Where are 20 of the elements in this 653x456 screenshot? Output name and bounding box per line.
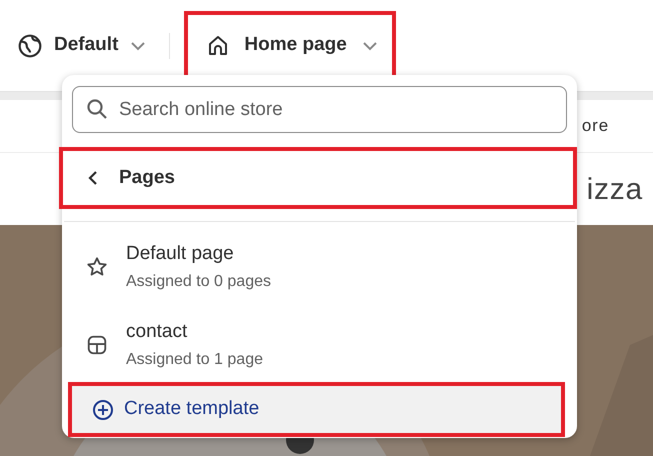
plus-circle-icon xyxy=(92,398,114,420)
star-icon xyxy=(86,256,108,278)
nav-link[interactable]: ore xyxy=(582,113,609,139)
back-row[interactable]: Pages xyxy=(59,147,577,209)
template-item[interactable]: contact Assigned to 1 page xyxy=(62,310,577,380)
chevron-down-icon xyxy=(360,40,379,52)
template-item[interactable]: Default page Assigned to 0 pages xyxy=(62,232,577,302)
chevron-left-icon xyxy=(87,170,99,186)
layout-icon xyxy=(86,334,108,356)
create-template-button[interactable]: Create template xyxy=(68,382,565,437)
search-field[interactable]: Search online store xyxy=(72,86,567,133)
globe-icon xyxy=(17,32,43,58)
store-selector[interactable]: Default xyxy=(8,10,160,80)
store-heading: izza xyxy=(586,172,643,208)
template-name: contact xyxy=(126,320,188,344)
template-detail: Assigned to 0 pages xyxy=(126,272,271,292)
search-icon xyxy=(86,98,108,120)
template-name: Default page xyxy=(126,242,235,266)
template-detail: Assigned to 1 page xyxy=(126,350,263,370)
chevron-down-icon xyxy=(129,40,148,52)
